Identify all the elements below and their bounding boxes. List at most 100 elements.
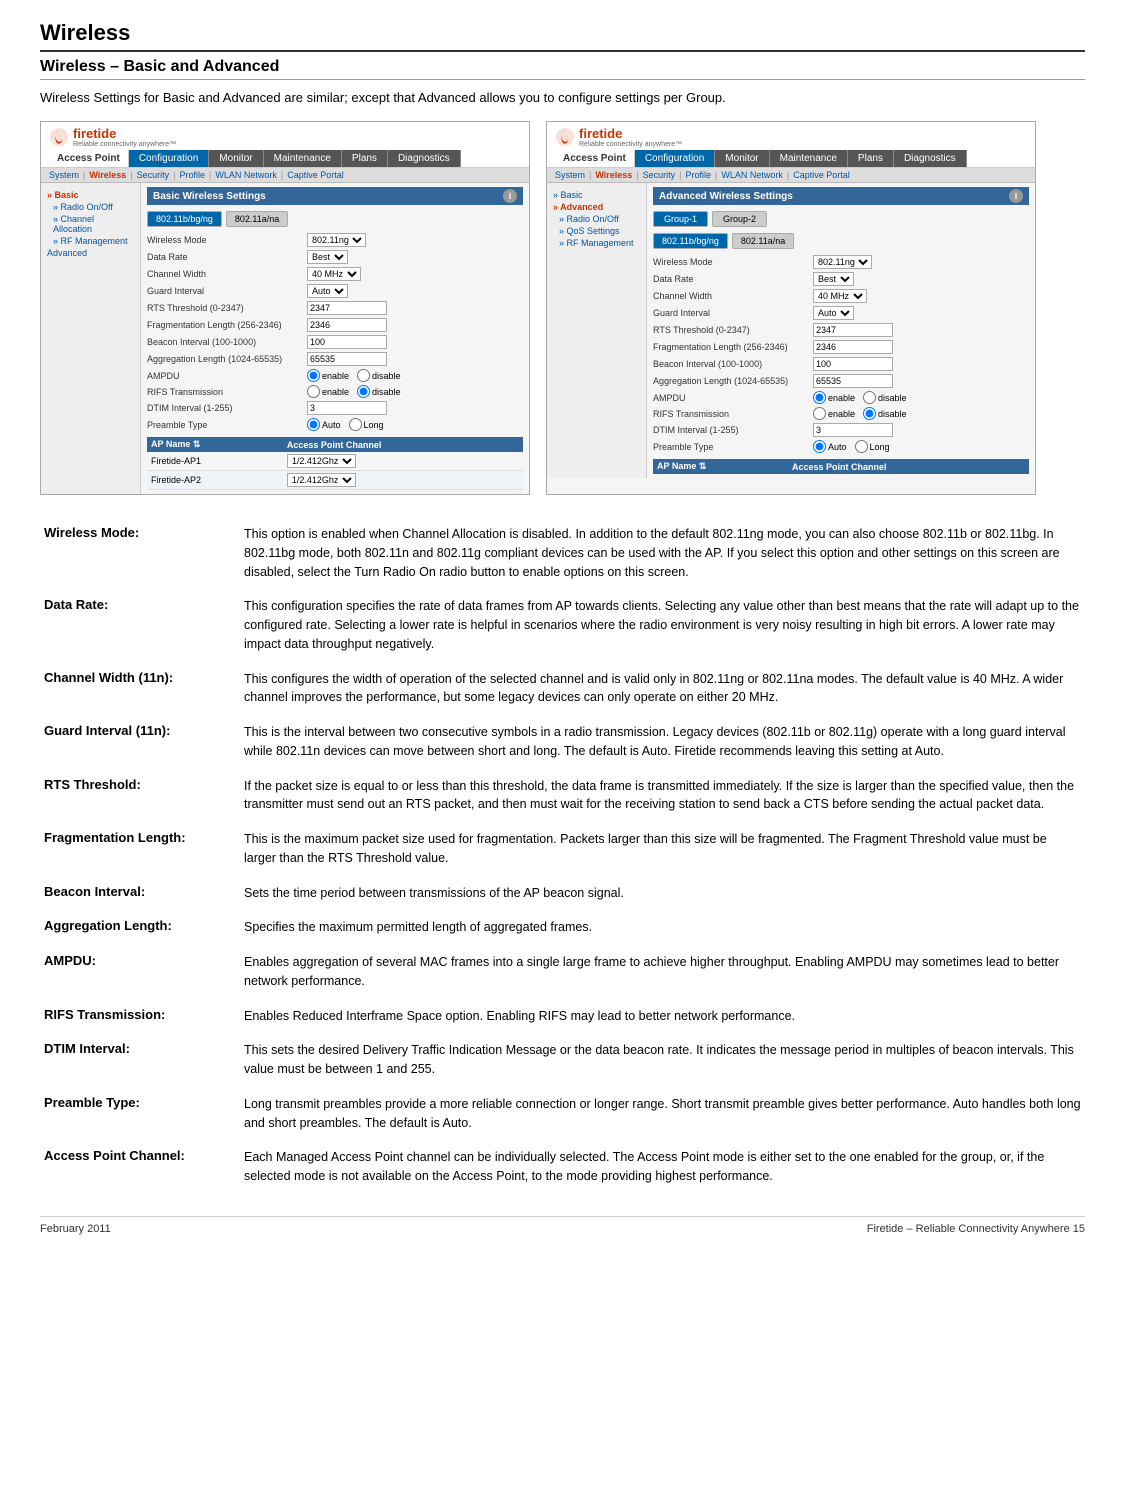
- advanced-info-icon[interactable]: i: [1009, 189, 1023, 203]
- advanced-firetide-logo-icon: [555, 127, 575, 147]
- intro-text: Wireless Settings for Basic and Advanced…: [40, 90, 1085, 105]
- basic-ampdu-enable-radio[interactable]: [307, 369, 320, 382]
- basic-tab-diagnostics[interactable]: Diagnostics: [388, 150, 461, 167]
- basic-tab-maintenance[interactable]: Maintenance: [264, 150, 342, 167]
- basic-aggr-input[interactable]: [307, 352, 387, 366]
- basic-ap-row-1-select[interactable]: 1/2.412Ghz: [287, 454, 356, 468]
- adv-ap-sort-icon[interactable]: ⇅: [699, 461, 707, 471]
- basic-rifs-enable-radio[interactable]: [307, 385, 320, 398]
- adv-sidebar-advanced[interactable]: » Advanced: [551, 201, 642, 213]
- adv-sysnav-captive[interactable]: Captive Portal: [793, 170, 850, 180]
- basic-sidebar-advanced[interactable]: Advanced: [45, 247, 136, 259]
- adv-rifs-enable-radio[interactable]: [813, 407, 826, 420]
- basic-ap-sort-icon[interactable]: ⇅: [193, 439, 201, 449]
- adv-beacon-input[interactable]: [813, 357, 893, 371]
- adv-sysnav-profile[interactable]: Profile: [686, 170, 712, 180]
- basic-tab-bgng[interactable]: 802.11b/bg/ng: [147, 211, 222, 227]
- basic-sidebar-rf[interactable]: » RF Management: [45, 235, 136, 247]
- adv-tab-bgng[interactable]: 802.11b/bg/ng: [653, 233, 728, 249]
- basic-wireless-mode-select[interactable]: 802.11ng: [307, 233, 366, 247]
- adv-ampdu-enable-radio[interactable]: [813, 391, 826, 404]
- adv-tab-plans[interactable]: Plans: [848, 150, 894, 167]
- basic-tab-plans[interactable]: Plans: [342, 150, 388, 167]
- basic-sysnav-security[interactable]: Security: [137, 170, 170, 180]
- adv-ampdu-disable-radio[interactable]: [863, 391, 876, 404]
- adv-sidebar-qos[interactable]: » QoS Settings: [551, 225, 642, 237]
- basic-sidebar-channel[interactable]: » Channel Allocation: [45, 213, 136, 235]
- basic-sidebar: » Basic » Radio On/Off » Channel Allocat…: [41, 183, 141, 494]
- advanced-ap-label: Access Point: [555, 150, 635, 167]
- basic-ampdu-row: AMPDU enable disable: [147, 369, 523, 382]
- basic-aggr-row: Aggregation Length (1024-65535): [147, 352, 523, 366]
- basic-ap-label: Access Point: [49, 150, 129, 167]
- adv-tab-configuration[interactable]: Configuration: [635, 150, 715, 167]
- basic-rts-label: RTS Threshold (0-2347): [147, 303, 307, 313]
- basic-sidebar-radioonoff[interactable]: » Radio On/Off: [45, 201, 136, 213]
- adv-sidebar-rf[interactable]: » RF Management: [551, 237, 642, 249]
- adv-tab-diagnostics[interactable]: Diagnostics: [894, 150, 967, 167]
- basic-tab-configuration[interactable]: Configuration: [129, 150, 209, 167]
- advanced-tagline: Reliable connectivity anywhere™: [579, 141, 682, 148]
- adv-preamble-auto-radio[interactable]: [813, 440, 826, 453]
- adv-channel-width-select[interactable]: 40 MHz: [813, 289, 867, 303]
- basic-guard-interval-select[interactable]: Auto: [307, 284, 348, 298]
- adv-sidebar-basic[interactable]: » Basic: [551, 189, 642, 201]
- basic-data-rate-select[interactable]: Best: [307, 250, 348, 264]
- adv-sysnav-wlan[interactable]: WLAN Network: [721, 170, 783, 180]
- desc-term: Access Point Channel:: [40, 1142, 240, 1196]
- basic-beacon-input[interactable]: [307, 335, 387, 349]
- basic-frag-input[interactable]: [307, 318, 387, 332]
- basic-sidebar-basic[interactable]: » Basic: [45, 189, 136, 201]
- desc-def: Specifies the maximum permitted length o…: [240, 912, 1085, 947]
- adv-wireless-mode-select[interactable]: 802.11ng: [813, 255, 872, 269]
- basic-sysnav-captive[interactable]: Captive Portal: [287, 170, 344, 180]
- basic-ap-row-2-select[interactable]: 1/2.412Ghz: [287, 473, 356, 487]
- basic-ap-row-2: Firetide-AP2 1/2.412Ghz: [147, 471, 523, 490]
- basic-sys-nav: System | Wireless | Security | Profile |…: [41, 168, 529, 183]
- adv-tab-ana[interactable]: 802.11a/na: [732, 233, 794, 249]
- adv-group-tab-1[interactable]: Group-1: [653, 211, 708, 227]
- adv-aggr-input[interactable]: [813, 374, 893, 388]
- basic-preamble-row: Preamble Type Auto Long: [147, 418, 523, 431]
- desc-row: DTIM Interval: This sets the desired Del…: [40, 1035, 1085, 1089]
- adv-sysnav-security[interactable]: Security: [643, 170, 676, 180]
- adv-preamble-long-radio[interactable]: [855, 440, 868, 453]
- adv-tab-maintenance[interactable]: Maintenance: [770, 150, 848, 167]
- adv-dtim-input[interactable]: [813, 423, 893, 437]
- basic-rifs-label: RIFS Transmission: [147, 387, 307, 397]
- basic-ampdu-disable-radio[interactable]: [357, 369, 370, 382]
- desc-term: AMPDU:: [40, 947, 240, 1001]
- basic-sysnav-wireless[interactable]: Wireless: [89, 170, 126, 180]
- adv-rifs-row: RIFS Transmission enable disable: [653, 407, 1029, 420]
- basic-preamble-auto-radio[interactable]: [307, 418, 320, 431]
- basic-sysnav-profile[interactable]: Profile: [180, 170, 206, 180]
- basic-info-icon[interactable]: i: [503, 189, 517, 203]
- adv-sidebar-radioonoff[interactable]: » Radio On/Off: [551, 213, 642, 225]
- adv-sysnav-wireless[interactable]: Wireless: [595, 170, 632, 180]
- basic-tab-ana[interactable]: 802.11a/na: [226, 211, 288, 227]
- adv-rifs-disable-radio[interactable]: [863, 407, 876, 420]
- adv-sysnav-system[interactable]: System: [555, 170, 585, 180]
- desc-def: Sets the time period between transmissio…: [240, 878, 1085, 913]
- adv-rts-input[interactable]: [813, 323, 893, 337]
- adv-frag-value: [813, 340, 1029, 354]
- basic-rifs-disable-radio[interactable]: [357, 385, 370, 398]
- adv-aggr-value: [813, 374, 1029, 388]
- basic-sysnav-system[interactable]: System: [49, 170, 79, 180]
- adv-data-rate-select[interactable]: Best: [813, 272, 854, 286]
- basic-rts-value: [307, 301, 523, 315]
- adv-group-tab-2[interactable]: Group-2: [712, 211, 767, 227]
- basic-preamble-long-radio[interactable]: [349, 418, 362, 431]
- basic-sysnav-wlan[interactable]: WLAN Network: [215, 170, 277, 180]
- desc-term: RTS Threshold:: [40, 771, 240, 825]
- basic-rts-input[interactable]: [307, 301, 387, 315]
- adv-tab-monitor[interactable]: Monitor: [715, 150, 769, 167]
- adv-guard-interval-select[interactable]: Auto: [813, 306, 854, 320]
- adv-frag-input[interactable]: [813, 340, 893, 354]
- basic-rifs-value: enable disable: [307, 385, 523, 398]
- basic-channel-width-select[interactable]: 40 MHz: [307, 267, 361, 281]
- basic-dtim-input[interactable]: [307, 401, 387, 415]
- basic-tab-monitor[interactable]: Monitor: [209, 150, 263, 167]
- basic-content-title: Basic Wireless Settings i: [147, 187, 523, 205]
- desc-def: This is the maximum packet size used for…: [240, 824, 1085, 878]
